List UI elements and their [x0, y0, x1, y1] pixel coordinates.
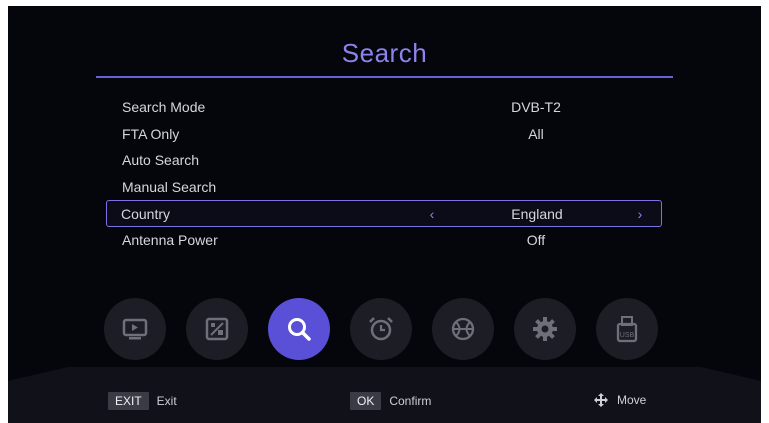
- menu-item-auto-search[interactable]: Auto Search: [106, 147, 662, 174]
- menu-item-label: FTA Only: [122, 125, 180, 142]
- main-menu-icon-bar: USB: [104, 298, 668, 368]
- svg-text:USB: USB: [620, 332, 635, 339]
- menu-item-fta-only[interactable]: FTA Only All: [106, 121, 662, 148]
- search-button[interactable]: [268, 298, 330, 360]
- menu-item-antenna-power[interactable]: Antenna Power Off: [106, 227, 662, 254]
- ball-icon: [451, 317, 475, 341]
- timer-button[interactable]: [350, 298, 412, 360]
- gear-icon: [533, 317, 557, 341]
- picture-icon: [205, 317, 229, 341]
- menu-item-manual-search[interactable]: Manual Search: [106, 174, 662, 201]
- footer-edge: [8, 367, 68, 381]
- menu-item-label: Antenna Power: [122, 231, 218, 248]
- media-button[interactable]: [432, 298, 494, 360]
- menu-item-country[interactable]: Country ‹ England ›: [106, 200, 662, 227]
- confirm-hint[interactable]: OK Confirm: [350, 392, 431, 410]
- menu-item-value: DVB-T2: [511, 99, 561, 115]
- search-menu: Search Mode DVB-T2 FTA Only All Auto Sea…: [106, 94, 662, 253]
- page-title: Search: [341, 38, 428, 68]
- tv-screen: Search Search Mode DVB-T2 FTA Only All A…: [8, 6, 761, 423]
- chevron-right-icon[interactable]: ›: [633, 201, 647, 228]
- tv-button[interactable]: [104, 298, 166, 360]
- move-hint: Move: [593, 392, 646, 408]
- title-divider: [96, 76, 673, 78]
- menu-item-label: Search Mode: [122, 99, 206, 115]
- menu-item-value: All: [528, 125, 544, 142]
- menu-item-label: Manual Search: [122, 178, 217, 195]
- menu-item-label: Auto Search: [122, 152, 200, 168]
- footer-edge: [68, 367, 701, 381]
- menu-item-search-mode[interactable]: Search Mode DVB-T2: [106, 94, 662, 121]
- footer-edge: [701, 367, 761, 381]
- ok-key: OK: [350, 392, 382, 410]
- exit-hint[interactable]: EXIT Exit: [108, 392, 177, 410]
- menu-item-value: England: [511, 206, 563, 222]
- alarm-clock-icon: [369, 317, 393, 341]
- tv-icon: [122, 318, 148, 340]
- exit-key: EXIT: [108, 392, 149, 410]
- menu-item-value: Off: [526, 231, 546, 248]
- menu-item-label: Country: [121, 206, 171, 222]
- move-label: Move: [617, 393, 647, 407]
- chevron-left-icon[interactable]: ‹: [425, 201, 439, 228]
- search-icon: [288, 318, 311, 341]
- confirm-label: Confirm: [389, 394, 432, 408]
- picture-button[interactable]: [186, 298, 248, 360]
- usb-icon: USB: [616, 316, 638, 343]
- exit-label: Exit: [156, 394, 177, 408]
- move-arrows-icon: [594, 393, 608, 407]
- settings-button[interactable]: [514, 298, 576, 360]
- usb-button[interactable]: USB: [596, 298, 658, 360]
